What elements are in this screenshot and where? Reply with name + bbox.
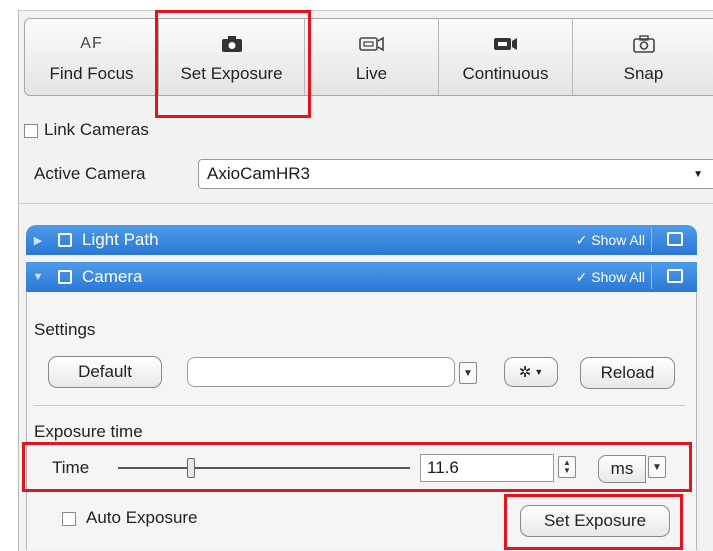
- snap-label: Snap: [623, 64, 664, 83]
- snap-camera-icon: [632, 30, 655, 58]
- camera-icon: [221, 30, 243, 58]
- divider: [651, 265, 652, 289]
- light-path-show-all[interactable]: ✓ Show All: [576, 232, 645, 249]
- reload-button[interactable]: Reload: [580, 357, 675, 389]
- light-path-title: Light Path: [82, 230, 159, 249]
- auto-exposure-checkbox[interactable]: [62, 512, 76, 526]
- popout-icon[interactable]: [667, 269, 683, 283]
- exposure-slider-handle[interactable]: [187, 458, 195, 478]
- chevron-down-icon[interactable]: ▼: [648, 456, 666, 478]
- settings-label: Settings: [34, 320, 96, 339]
- find-focus-label: Find Focus: [49, 64, 134, 83]
- default-button[interactable]: Default: [48, 356, 162, 388]
- camera-section-header[interactable]: ▼ Camera ✓ Show All: [26, 262, 697, 292]
- divider: [18, 203, 713, 204]
- video-camera-icon: [493, 30, 519, 58]
- expand-triangle-icon: ▶: [33, 234, 43, 247]
- continuous-button[interactable]: Continuous: [439, 19, 573, 95]
- active-camera-select[interactable]: AxioCamHR3 ▼: [198, 159, 713, 189]
- popout-icon[interactable]: [667, 232, 683, 246]
- link-cameras-label: Link Cameras: [44, 120, 149, 139]
- settings-options-button[interactable]: ✲ ▼: [504, 357, 558, 387]
- set-exposure-toolbar-button[interactable]: Set Exposure: [159, 19, 305, 95]
- exposure-value: 11.6: [427, 458, 459, 477]
- chevron-down-icon[interactable]: ▼: [459, 362, 477, 384]
- time-label: Time: [52, 458, 90, 477]
- active-camera-value: AxioCamHR3: [207, 164, 310, 183]
- set-exposure-button[interactable]: Set Exposure: [520, 505, 670, 537]
- unit-select[interactable]: ms: [598, 455, 646, 483]
- acquisition-toolbar: AF Find Focus Set Exposure Live Continuo…: [24, 18, 713, 96]
- exposure-time-label: Exposure time: [34, 422, 143, 441]
- camera-section-title: Camera: [82, 267, 143, 286]
- auto-exposure-label: Auto Exposure: [86, 508, 198, 527]
- link-cameras-checkbox[interactable]: [24, 124, 38, 138]
- af-icon: AF: [80, 35, 103, 52]
- light-path-icon: [58, 233, 72, 247]
- set-exposure-toolbar-label: Set Exposure: [180, 64, 283, 83]
- divider: [651, 228, 652, 252]
- find-focus-button[interactable]: AF Find Focus: [25, 19, 159, 95]
- camera-show-all[interactable]: ✓ Show All: [576, 269, 645, 286]
- chevron-down-icon: ▼: [693, 168, 703, 180]
- active-camera-label: Active Camera: [34, 164, 146, 183]
- chevron-down-icon: ▼: [534, 367, 544, 377]
- divider: [34, 405, 685, 406]
- camera-section-icon: [58, 270, 72, 284]
- spin-down-icon: ▼: [563, 466, 571, 475]
- light-path-section-header[interactable]: ▶ Light Path ✓ Show All: [26, 225, 697, 255]
- unit-value: ms: [610, 459, 634, 478]
- exposure-value-input[interactable]: 11.6: [420, 454, 554, 482]
- collapse-triangle-icon: ▼: [32, 271, 44, 283]
- live-button[interactable]: Live: [305, 19, 439, 95]
- live-label: Live: [355, 64, 388, 83]
- exposure-spinner[interactable]: ▲ ▼: [558, 456, 576, 478]
- settings-preset-select[interactable]: [187, 357, 455, 387]
- continuous-label: Continuous: [462, 64, 549, 83]
- live-camera-icon: [358, 30, 385, 58]
- gear-icon: ✲: [518, 364, 532, 381]
- exposure-slider-track[interactable]: [118, 467, 410, 469]
- snap-button[interactable]: Snap: [573, 19, 713, 95]
